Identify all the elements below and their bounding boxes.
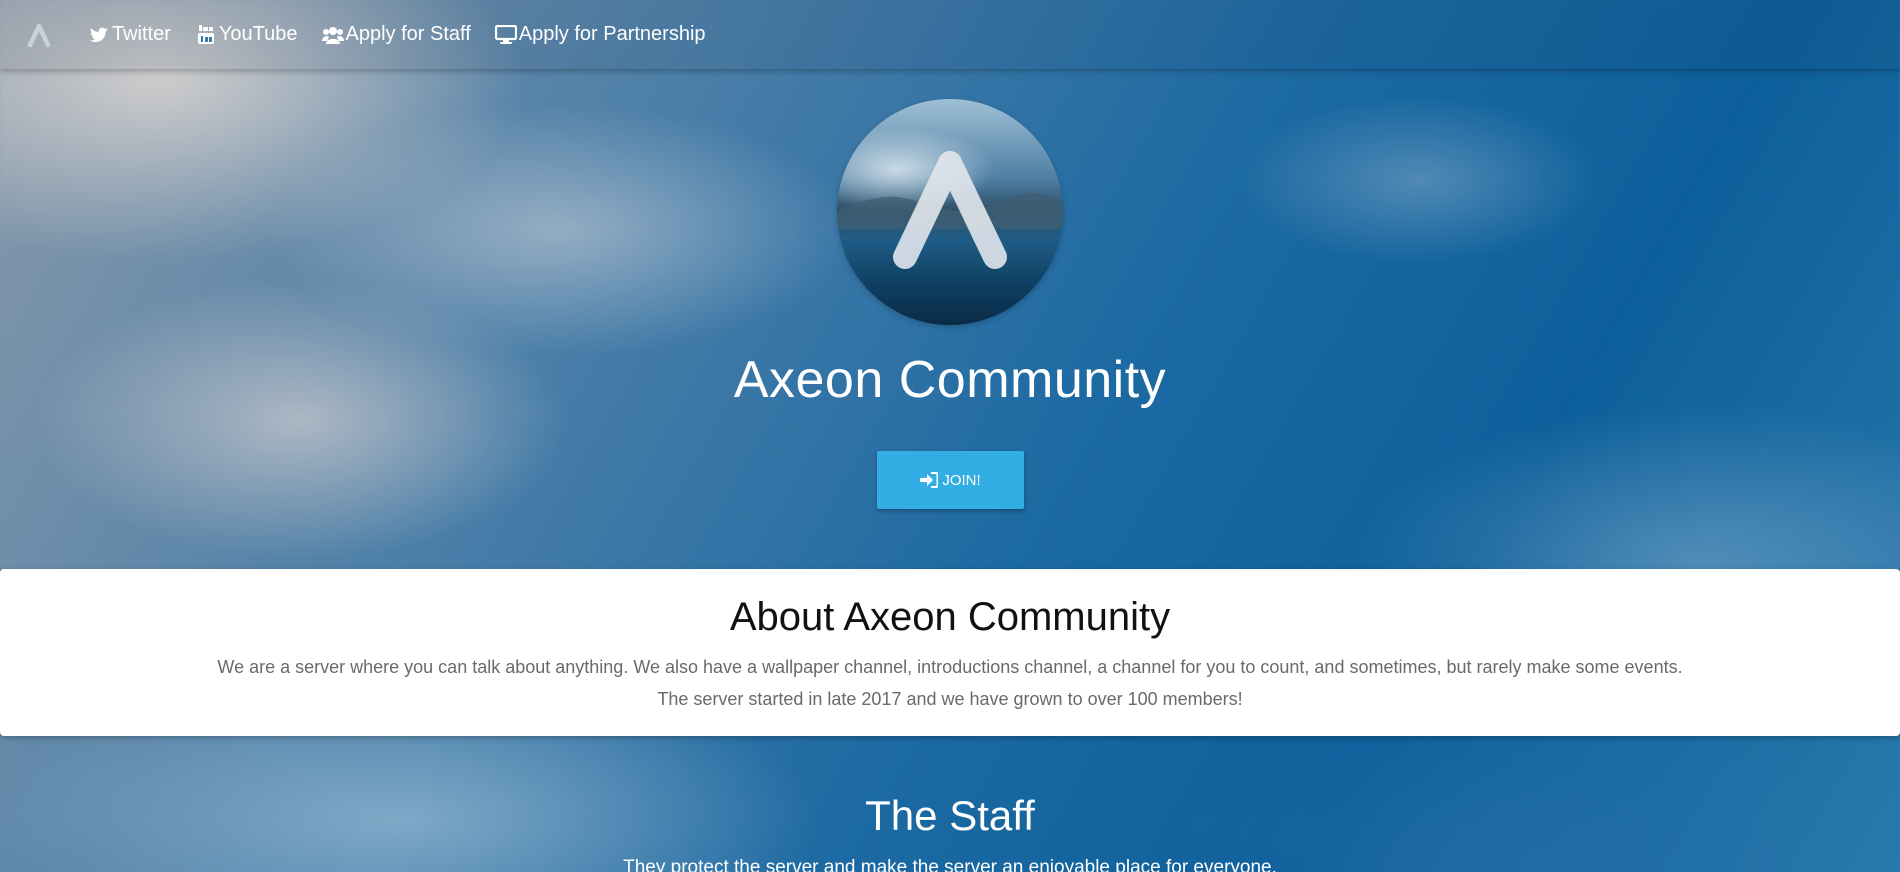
nav-twitter-label: Twitter (112, 23, 171, 45)
staff-title: The Staff (865, 792, 1035, 839)
top-navbar: Twitter YouTube Apply for Staff Apply fo… (0, 0, 1900, 69)
staff-subtitle: They protect the server and make the ser… (623, 857, 1277, 872)
about-line-1: We are a server where you can talk about… (217, 657, 1683, 677)
community-avatar (837, 99, 1063, 325)
hero-title: Axeon Community (733, 351, 1167, 409)
join-button[interactable]: JOIN! (877, 451, 1024, 509)
nav-youtube-link[interactable]: YouTube (195, 23, 298, 46)
about-section: About Axeon Community We are a server wh… (0, 569, 1900, 736)
sign-in-icon (920, 472, 939, 488)
twitter-icon (88, 24, 110, 46)
nav-apply-partnership-label: Apply for Partnership (518, 23, 706, 45)
nav-apply-partnership-link[interactable]: Apply for Partnership (494, 23, 706, 46)
about-line-2: The server started in late 2017 and we h… (657, 689, 1243, 709)
youtube-icon (195, 24, 217, 46)
axeon-logo-icon (893, 151, 1007, 269)
axeon-logo-icon[interactable] (26, 22, 52, 48)
nav-apply-staff-link[interactable]: Apply for Staff (321, 23, 471, 46)
desktop-icon (494, 24, 517, 46)
nav-apply-staff-label: Apply for Staff (345, 23, 471, 45)
nav-twitter-link[interactable]: Twitter (88, 23, 171, 46)
about-title: About Axeon Community (729, 595, 1171, 639)
join-label: JOIN! (942, 471, 981, 489)
about-description: We are a server where you can talk about… (0, 651, 1900, 715)
nav-youtube-label: YouTube (218, 23, 298, 45)
users-icon (321, 24, 344, 46)
